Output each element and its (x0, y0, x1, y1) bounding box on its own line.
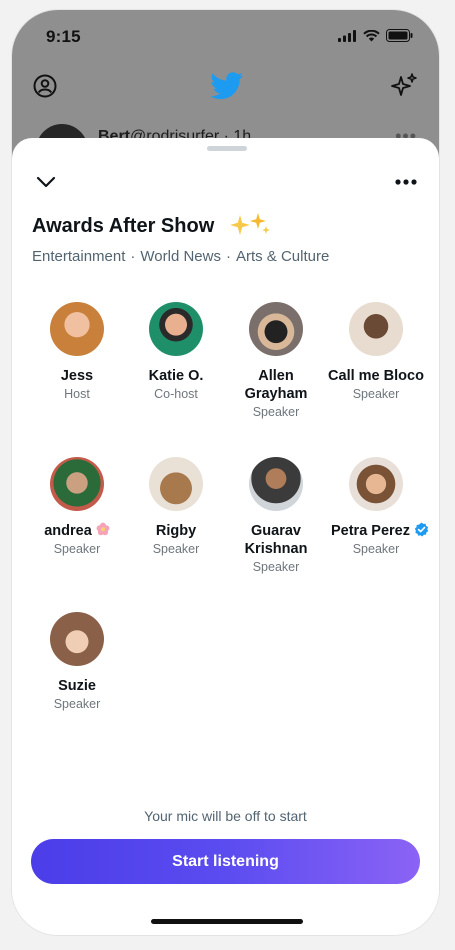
participant-suzie[interactable]: Suzie Speaker (27, 612, 127, 712)
flower-emoji-icon (96, 522, 110, 536)
participant-name: Petra Perez (320, 522, 439, 540)
signal-icon (338, 29, 356, 42)
participant-role: Speaker (252, 560, 300, 574)
phone-screen: 9:15 Bert@rodrisurfer · 1h ••• Awards Af… (12, 10, 439, 935)
participant-allen[interactable]: Allen Grayham Speaker (226, 302, 326, 420)
participant-name: Allen Grayham (244, 368, 308, 402)
status-icons (338, 29, 413, 42)
participant-role: Speaker (352, 387, 400, 401)
participant-role: Co-host (154, 387, 198, 401)
avatar (349, 457, 403, 511)
status-bar: 9:15 (12, 10, 439, 62)
sparkle-icon[interactable] (389, 72, 419, 102)
participant-name: Suzie (58, 678, 96, 694)
participant-name: andrea (27, 522, 127, 540)
participant-role: Host (64, 387, 90, 401)
avatar (249, 302, 303, 356)
sheet-grabber[interactable] (207, 146, 247, 151)
participant-role: Speaker (53, 697, 101, 711)
space-sheet: Awards After Show Entertainment · World Ne… (12, 138, 439, 935)
app-header (12, 72, 439, 122)
participant-bloco[interactable]: Call me Bloco Speaker (326, 302, 426, 402)
avatar (50, 302, 104, 356)
participant-petra[interactable]: Petra Perez Speaker (326, 457, 429, 557)
mic-off-note: Your mic will be off to start (144, 808, 307, 824)
profile-icon[interactable] (33, 74, 57, 98)
status-time: 9:15 (46, 27, 81, 46)
participant-name: Jess (60, 368, 94, 384)
participant-name-text: andrea (44, 523, 92, 539)
avatar (149, 457, 203, 511)
participant-rigby[interactable]: Rigby Speaker (126, 457, 226, 557)
participant-name: Katie O. (148, 368, 204, 384)
participant-guarav[interactable]: Guarav Krishnan Speaker (226, 457, 326, 575)
participant-name: Guarav Krishnan (244, 523, 308, 557)
participant-role: Speaker (53, 542, 101, 556)
participant-jess[interactable]: Jess Host (27, 302, 127, 402)
topic-world-news[interactable]: World News (140, 248, 221, 265)
home-indicator[interactable] (151, 919, 303, 924)
wifi-icon (363, 29, 380, 41)
verified-badge-icon (414, 522, 429, 537)
avatar (249, 457, 303, 511)
avatar (149, 302, 203, 356)
space-title: Awards After Show (32, 215, 215, 237)
topic-arts-culture[interactable]: Arts & Culture (236, 248, 329, 265)
battery-icon (386, 29, 413, 42)
participant-name: Call me Bloco (328, 368, 424, 384)
participant-katie[interactable]: Katie O. Co-host (126, 302, 226, 402)
sparkles-emoji-icon (230, 213, 270, 235)
participant-name-text: Petra Perez (330, 523, 410, 539)
bird-logo-icon (210, 72, 243, 100)
avatar (349, 302, 403, 356)
collapse-chevron-icon[interactable] (34, 172, 58, 192)
avatar (50, 457, 104, 511)
participant-name: Rigby (155, 523, 197, 539)
topic-entertainment[interactable]: Entertainment (32, 248, 125, 265)
avatar (50, 612, 104, 666)
participant-role: Speaker (252, 405, 300, 419)
participant-andrea[interactable]: andrea Speaker (27, 457, 127, 557)
more-options-icon[interactable] (393, 172, 419, 192)
start-listening-button[interactable]: Start listening (31, 839, 420, 884)
participant-role: Speaker (152, 542, 200, 556)
participant-role: Speaker (352, 542, 400, 556)
space-topics: Entertainment · World News · Arts & Culture (32, 248, 330, 265)
